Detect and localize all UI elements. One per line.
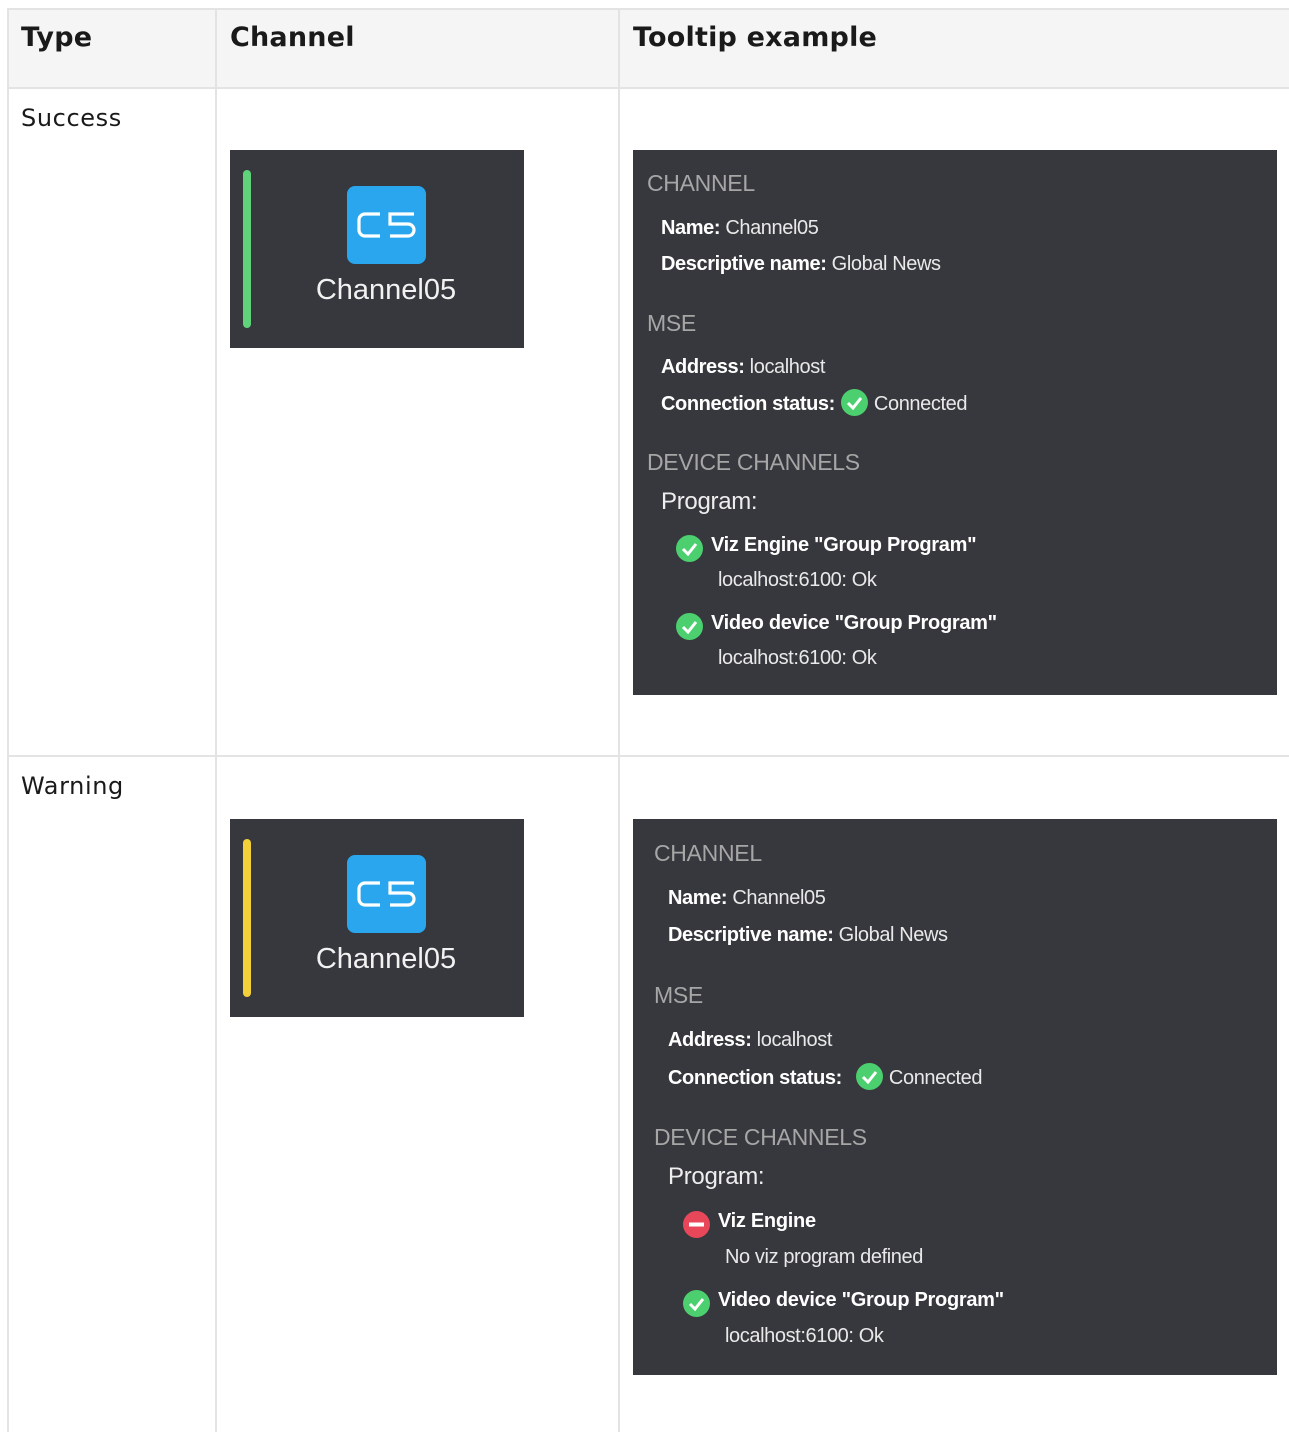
program-label: Program: bbox=[668, 1163, 765, 1190]
header-divider bbox=[7, 87, 1289, 89]
section-heading-device-channels: DEVICE CHANNELS bbox=[647, 449, 860, 475]
channel-name-row: Name: Channel05 bbox=[661, 217, 819, 239]
channel-name-row: Name: Channel05 bbox=[668, 887, 826, 909]
channel-icon bbox=[347, 855, 426, 933]
header-type: Type bbox=[21, 22, 93, 53]
table-border-left bbox=[7, 8, 9, 1432]
device-title: Video device "Group Program" bbox=[711, 612, 997, 634]
channel-card-success[interactable]: Channel05 bbox=[230, 150, 524, 348]
type-cell-success: Success bbox=[21, 104, 122, 132]
descriptive-name-row: Descriptive name: Global News bbox=[661, 253, 941, 275]
check-circle-icon bbox=[676, 535, 703, 562]
check-circle-icon bbox=[855, 1063, 883, 1090]
header-tooltip-example: Tooltip example bbox=[633, 22, 878, 53]
check-circle-icon bbox=[840, 389, 868, 416]
minus-circle-icon bbox=[683, 1211, 710, 1238]
channel-card-warning[interactable]: Channel05 bbox=[230, 819, 524, 1017]
check-circle-icon bbox=[676, 613, 703, 640]
device-title: Viz Engine "Group Program" bbox=[711, 534, 977, 556]
channel-icon bbox=[347, 186, 426, 264]
device-title: Video device "Group Program" bbox=[718, 1289, 1004, 1311]
address-row: Address: localhost bbox=[661, 356, 826, 378]
device-detail: localhost:6100: Ok bbox=[718, 647, 877, 669]
type-cell-warning: Warning bbox=[21, 772, 124, 800]
header-channel: Channel bbox=[230, 22, 355, 53]
tooltip-panel-success: CHANNEL Name: Channel05 Descriptive name… bbox=[633, 150, 1277, 695]
program-label: Program: bbox=[661, 488, 758, 515]
tooltip-panel-warning: CHANNEL Name: Channel05 Descriptive name… bbox=[633, 819, 1277, 1375]
connection-status-row: Connection status: Connected bbox=[661, 389, 967, 418]
column-divider-2 bbox=[618, 8, 620, 1432]
section-heading-device-channels: DEVICE CHANNELS bbox=[654, 1124, 867, 1150]
channel-name: Channel05 bbox=[315, 943, 457, 975]
connection-status-row: Connection status: Connected bbox=[668, 1063, 982, 1092]
section-heading-mse: MSE bbox=[647, 310, 696, 336]
descriptive-name-row: Descriptive name: Global News bbox=[668, 924, 948, 946]
address-row: Address: localhost bbox=[668, 1029, 833, 1051]
section-heading-mse: MSE bbox=[654, 982, 703, 1008]
device-detail: localhost:6100: Ok bbox=[718, 569, 877, 591]
channel-name: Channel05 bbox=[315, 274, 457, 306]
section-heading-channel: CHANNEL bbox=[654, 840, 762, 866]
row-divider bbox=[7, 755, 1289, 757]
device-title: Viz Engine bbox=[718, 1210, 816, 1232]
section-heading-channel: CHANNEL bbox=[647, 170, 755, 196]
table-border-top bbox=[7, 8, 1289, 10]
column-divider-1 bbox=[215, 8, 217, 1432]
check-circle-icon bbox=[683, 1290, 710, 1317]
device-detail: localhost:6100: Ok bbox=[725, 1325, 884, 1347]
device-detail: No viz program defined bbox=[725, 1246, 923, 1268]
